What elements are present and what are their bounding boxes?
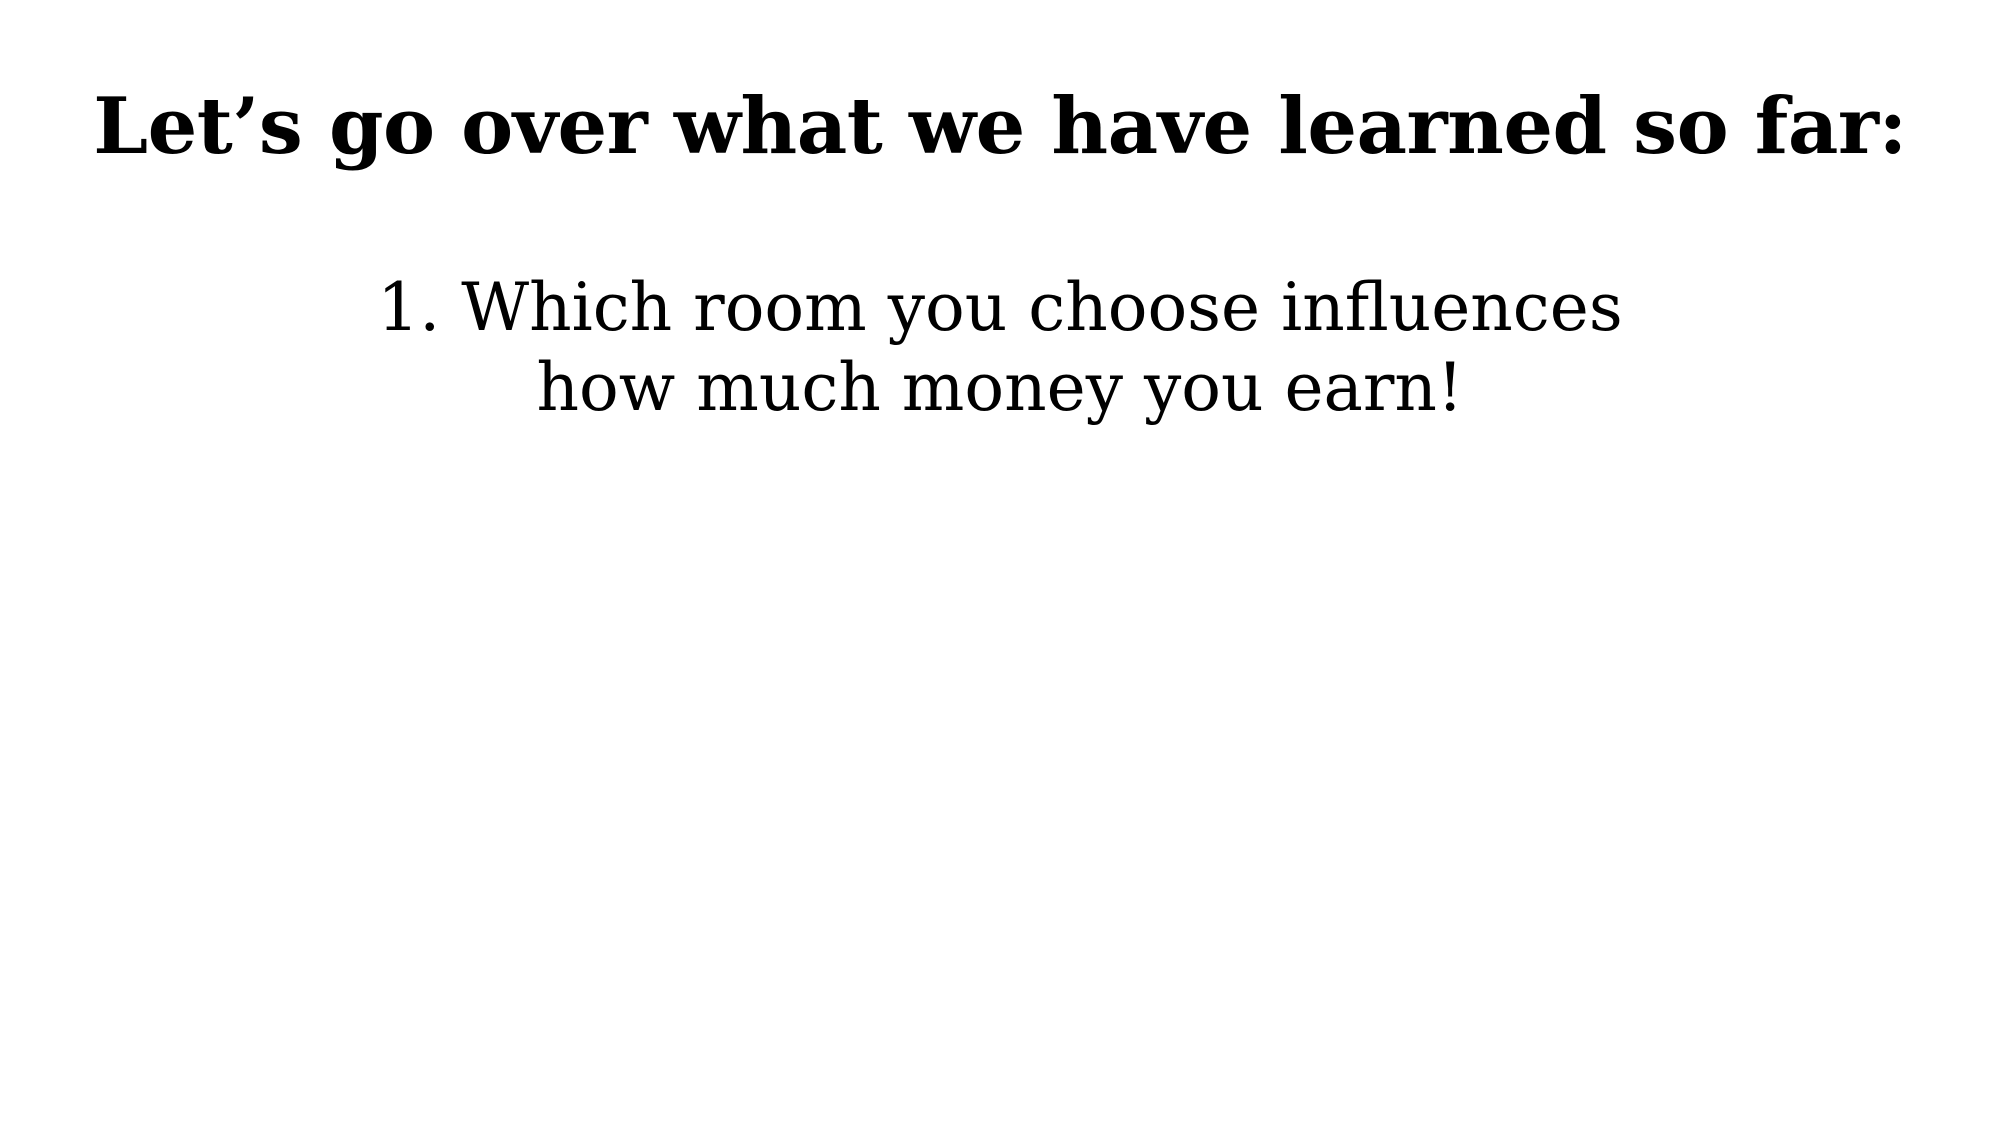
- learning-point-1: 1. Which room you choose influences how …: [0, 268, 2000, 428]
- slide-title: Let’s go over what we have learned so fa…: [93, 81, 1907, 172]
- slide: Let’s go over what we have learned so fa…: [0, 0, 2000, 1125]
- learning-point-1-line-1: 1. Which room you choose influences: [377, 269, 1623, 346]
- learning-point-1-line-2: how much money you earn!: [536, 349, 1464, 426]
